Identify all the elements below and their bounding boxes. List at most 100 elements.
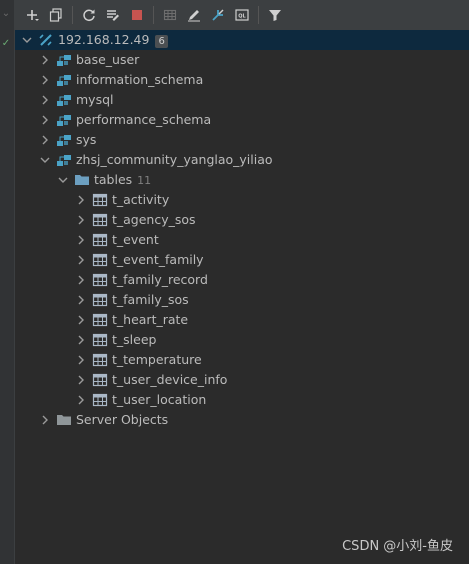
table-icon xyxy=(92,372,108,388)
tree-item-label: zhsj_community_yanglao_yiliao xyxy=(76,152,273,167)
chevron-right-icon[interactable] xyxy=(39,94,51,106)
table-icon xyxy=(92,352,108,368)
tree-table[interactable]: t_sleep xyxy=(15,330,469,350)
chevron-right-icon[interactable] xyxy=(39,74,51,86)
database-icon xyxy=(56,132,72,148)
tree-item-label: performance_schema xyxy=(76,112,212,127)
table-icon xyxy=(92,252,108,268)
chevron-right-icon[interactable] xyxy=(75,214,87,226)
left-gutter: ⌄ ✓ xyxy=(0,0,15,564)
chevron-right-icon[interactable] xyxy=(75,254,87,266)
tree-item-label: t_activity xyxy=(112,192,170,207)
chevron-right-icon[interactable] xyxy=(75,194,87,206)
tree-item-label: t_user_location xyxy=(112,392,207,407)
tree-table[interactable]: t_agency_sos xyxy=(15,210,469,230)
tree-database[interactable]: zhsj_community_yanglao_yiliao xyxy=(15,150,469,170)
tree-item-label: t_sleep xyxy=(112,332,157,347)
chevron-right-icon[interactable] xyxy=(75,354,87,366)
tree-table[interactable]: t_event_family xyxy=(15,250,469,270)
table-icon xyxy=(92,272,108,288)
item-count: 11 xyxy=(137,174,152,187)
tree-table[interactable]: t_activity xyxy=(15,190,469,210)
toolbar-separator xyxy=(153,6,154,24)
chevron-down-icon[interactable] xyxy=(39,154,51,166)
tree-item-label: t_event xyxy=(112,232,159,247)
tree-item-label: sys xyxy=(76,132,97,147)
tree-item-label: mysql xyxy=(76,92,114,107)
edit-icon[interactable] xyxy=(184,5,204,25)
table-icon xyxy=(92,392,108,408)
tree-item-label: t_agency_sos xyxy=(112,212,196,227)
chevron-right-icon[interactable] xyxy=(75,334,87,346)
table-icon xyxy=(92,212,108,228)
chevron-right-icon[interactable] xyxy=(39,134,51,146)
table-icon xyxy=(92,332,108,348)
tree-database[interactable]: information_schema xyxy=(15,70,469,90)
add-icon[interactable] xyxy=(22,5,42,25)
jump-icon[interactable] xyxy=(208,5,228,25)
gutter-chevron-icon: ⌄ xyxy=(1,8,11,19)
table-icon xyxy=(92,192,108,208)
database-icon xyxy=(56,112,72,128)
database-tree: 192.168.12.49 6 base_user information_schem… xyxy=(15,30,469,564)
chevron-down-icon[interactable] xyxy=(57,174,69,186)
tree-item-label: t_family_record xyxy=(112,272,208,287)
tree-table[interactable]: t_event xyxy=(15,230,469,250)
tree-table[interactable]: t_heart_rate xyxy=(15,310,469,330)
chevron-right-icon[interactable] xyxy=(75,394,87,406)
toolbar-separator xyxy=(72,6,73,24)
chevron-right-icon[interactable] xyxy=(39,54,51,66)
tree-item-label: Server Objects xyxy=(76,412,169,427)
tree-item-label: t_family_sos xyxy=(112,292,189,307)
table-view-icon[interactable] xyxy=(160,5,180,25)
chevron-right-icon[interactable] xyxy=(75,294,87,306)
table-icon xyxy=(92,292,108,308)
tree-table[interactable]: t_user_location xyxy=(15,390,469,410)
svg-text:QL: QL xyxy=(238,14,246,20)
chevron-down-icon[interactable] xyxy=(21,34,33,46)
chevron-right-icon[interactable] xyxy=(39,114,51,126)
tree-database[interactable]: sys xyxy=(15,130,469,150)
duplicate-icon[interactable] xyxy=(46,5,66,25)
tree-item-label: information_schema xyxy=(76,72,204,87)
connection-count-badge: 6 xyxy=(155,35,168,48)
connection-icon xyxy=(38,32,54,48)
tree-item-label: t_heart_rate xyxy=(112,312,189,327)
tree-item-label: 192.168.12.49 xyxy=(58,32,150,47)
gutter-check-icon: ✓ xyxy=(1,38,11,49)
tree-database[interactable]: base_user xyxy=(15,50,469,70)
toolbar-separator xyxy=(258,6,259,24)
filter-icon[interactable] xyxy=(265,5,285,25)
table-icon xyxy=(92,232,108,248)
tree-database[interactable]: mysql xyxy=(15,90,469,110)
database-icon xyxy=(56,152,72,168)
chevron-right-icon[interactable] xyxy=(39,414,51,426)
chevron-right-icon[interactable] xyxy=(75,314,87,326)
database-icon xyxy=(56,72,72,88)
tree-table[interactable]: t_family_record xyxy=(15,270,469,290)
chevron-right-icon[interactable] xyxy=(75,374,87,386)
stop-icon[interactable] xyxy=(127,5,147,25)
watermark: CSDN @小刘-鱼皮 xyxy=(342,539,453,554)
folder-icon xyxy=(56,412,72,428)
toolbar: QL xyxy=(15,0,469,31)
tree-table[interactable]: t_user_device_info xyxy=(15,370,469,390)
database-icon xyxy=(56,52,72,68)
tree-item-label: t_temperature xyxy=(112,352,202,367)
tree-item-label: base_user xyxy=(76,52,140,67)
chevron-right-icon[interactable] xyxy=(75,234,87,246)
tree-server-objects[interactable]: Server Objects xyxy=(15,410,469,430)
table-icon xyxy=(92,312,108,328)
tree-item-label: t_event_family xyxy=(112,252,204,267)
tree-database[interactable]: performance_schema xyxy=(15,110,469,130)
tree-connection[interactable]: 192.168.12.49 6 xyxy=(15,30,469,50)
refresh-icon[interactable] xyxy=(79,5,99,25)
database-icon xyxy=(56,92,72,108)
properties-icon[interactable] xyxy=(103,5,123,25)
tree-table[interactable]: t_temperature xyxy=(15,350,469,370)
chevron-right-icon[interactable] xyxy=(75,274,87,286)
tree-item-label: tables xyxy=(94,172,133,187)
tree-folder-tables[interactable]: tables 11 xyxy=(15,170,469,190)
console-icon[interactable]: QL xyxy=(232,5,252,25)
tree-table[interactable]: t_family_sos xyxy=(15,290,469,310)
